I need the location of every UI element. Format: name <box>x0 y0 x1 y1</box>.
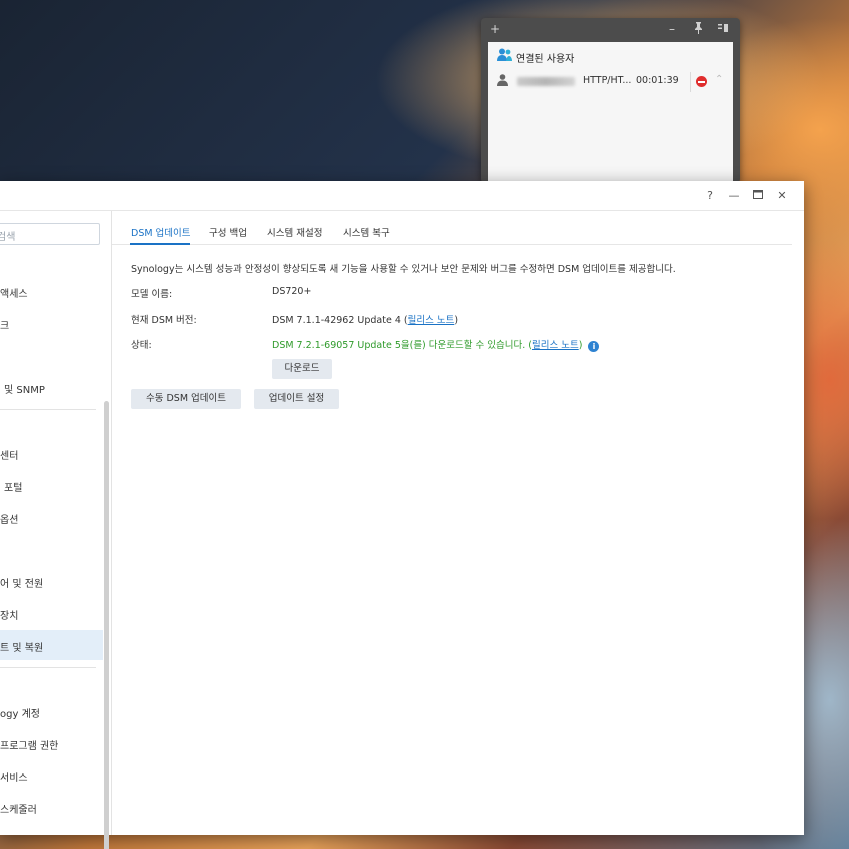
sidebar-item-update-restore[interactable]: 트 및 복원 <box>0 630 103 660</box>
sidebar-item[interactable]: 어 및 전원 <box>0 567 103 597</box>
current-version-label: 현재 DSM 버전: <box>131 315 197 326</box>
pin-icon[interactable] <box>693 22 704 39</box>
widget-body: 연결된 사용자 HTTP/HT... 00:01:39 ⌃ <box>488 42 733 183</box>
tab-bar: DSM 업데이트 구성 백업 시스템 재설정 시스템 복구 <box>112 211 792 245</box>
sidebar-item[interactable]: 프로그램 권한 <box>0 729 103 759</box>
sidebar-item-label: 센터 <box>0 451 19 462</box>
sidebar-item[interactable]: 장치 <box>0 599 103 629</box>
update-description: Synology는 시스템 성능과 안정성이 향상되도록 새 기능을 사용할 수… <box>131 264 676 275</box>
sidebar-item-label: 프로그램 권한 <box>0 741 59 752</box>
sidebar-item-label: 스케줄러 <box>0 805 37 816</box>
tab-config-backup[interactable]: 구성 백업 <box>209 225 247 239</box>
tab-system-recovery[interactable]: 시스템 복구 <box>343 225 390 239</box>
update-settings-button[interactable]: 업데이트 설정 <box>254 389 339 409</box>
sidebar-item-label: 트 및 복원 <box>0 643 44 654</box>
tab-system-reset[interactable]: 시스템 재설정 <box>267 225 322 239</box>
status-label: 상태: <box>131 340 152 351</box>
model-value: DS720+ <box>272 286 312 297</box>
status-row: DSM 7.2.1-69057 Update 5을(를) 다운로드할 수 있습니… <box>272 337 600 352</box>
release-notes-link[interactable]: 릴리스 노트 <box>408 315 455 326</box>
manual-dsm-update-button[interactable]: 수동 DSM 업데이트 <box>131 389 241 409</box>
info-icon[interactable]: i <box>588 341 600 352</box>
sidebar-item[interactable]: 및 SNMP <box>0 373 103 403</box>
blurred-username <box>517 77 575 86</box>
sidebar-item[interactable]: 액세스 <box>0 277 103 307</box>
sidebar-item-label: 및 SNMP <box>4 385 45 396</box>
sidebar-item-label: 액세스 <box>0 289 28 300</box>
minimize-button[interactable]: — <box>727 189 741 203</box>
help-button[interactable]: ? <box>703 189 717 203</box>
close-button[interactable]: ✕ <box>775 189 789 203</box>
sidebar-divider <box>0 667 96 668</box>
sidebar: 검색 액세스 크 및 SNMP 센터 포털 옵션 어 및 전원 장치 트 및 복… <box>0 211 112 849</box>
user-protocol: HTTP/HT... <box>583 75 632 86</box>
sidebar-divider <box>0 409 96 410</box>
control-panel-window: ? — ✕ 검색 액세스 크 및 SNMP 센터 포털 옵션 어 및 전원 장치… <box>0 181 804 849</box>
current-version-value: DSM 7.1.1-42962 Update 4 <box>272 315 401 326</box>
sidebar-item-label: 서비스 <box>0 773 28 784</box>
download-button[interactable]: 다운로드 <box>272 359 332 379</box>
maximize-icon[interactable] <box>751 189 765 203</box>
sidebar-item-label: 옵션 <box>0 515 19 526</box>
sidebar-item-label: ogy 계정 <box>0 709 40 720</box>
active-tab-indicator <box>130 243 190 245</box>
sidebar-item[interactable]: 포털 <box>0 471 103 501</box>
sidebar-item[interactable]: 크 <box>0 309 103 339</box>
window-titlebar[interactable]: ? — ✕ <box>0 181 804 211</box>
sidebar-item-label: 포털 <box>4 483 23 494</box>
new-release-notes-link[interactable]: 릴리스 노트 <box>532 340 579 351</box>
connected-user-row[interactable]: HTTP/HT... 00:01:39 ⌃ <box>497 72 727 92</box>
chevron-up-icon[interactable]: ⌃ <box>715 74 723 85</box>
users-icon <box>497 48 512 64</box>
sidebar-item[interactable]: 스케줄러 <box>0 793 103 823</box>
model-label: 모델 이름: <box>131 289 173 300</box>
disconnect-icon[interactable] <box>696 76 707 87</box>
minimize-icon[interactable]: – <box>669 22 675 36</box>
add-widget-button[interactable]: + <box>490 22 500 36</box>
sidebar-item[interactable]: 옵션 <box>0 503 103 533</box>
divider <box>690 72 691 92</box>
search-placeholder: 검색 <box>0 232 16 243</box>
sidebar-item-label: 크 <box>0 321 10 332</box>
sidebar-item-label: 어 및 전원 <box>0 579 44 590</box>
tab-dsm-update[interactable]: DSM 업데이트 <box>131 225 191 239</box>
user-connection-time: 00:01:39 <box>636 75 679 86</box>
sidebar-item[interactable]: ogy 계정 <box>0 697 103 727</box>
sidebar-item-label: 장치 <box>0 611 19 622</box>
user-icon <box>497 74 508 89</box>
connected-users-widget: + – 연결된 사용자 HTTP/HT... 00:01:39 ⌃ <box>481 18 740 183</box>
sidebar-scrollbar[interactable] <box>104 401 109 849</box>
widget-toolbar: + – <box>481 18 740 42</box>
widget-settings-icon[interactable] <box>717 22 729 37</box>
status-value: DSM 7.2.1-69057 Update 5을(를) 다운로드할 수 있습니… <box>272 340 526 351</box>
sidebar-item[interactable]: 센터 <box>0 439 103 469</box>
widget-title: 연결된 사용자 <box>516 54 575 65</box>
sidebar-search-input[interactable]: 검색 <box>0 223 100 245</box>
current-version-row: DSM 7.1.1-42962 Update 4 (릴리스 노트) <box>272 315 459 326</box>
sidebar-item[interactable]: 서비스 <box>0 761 103 791</box>
